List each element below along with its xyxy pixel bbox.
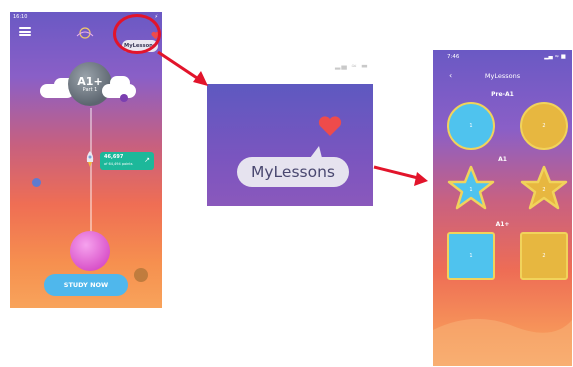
flow-arrows: [157, 50, 428, 186]
arrow-to-zoom: [157, 50, 208, 86]
arrow-to-lessons: [373, 165, 428, 186]
